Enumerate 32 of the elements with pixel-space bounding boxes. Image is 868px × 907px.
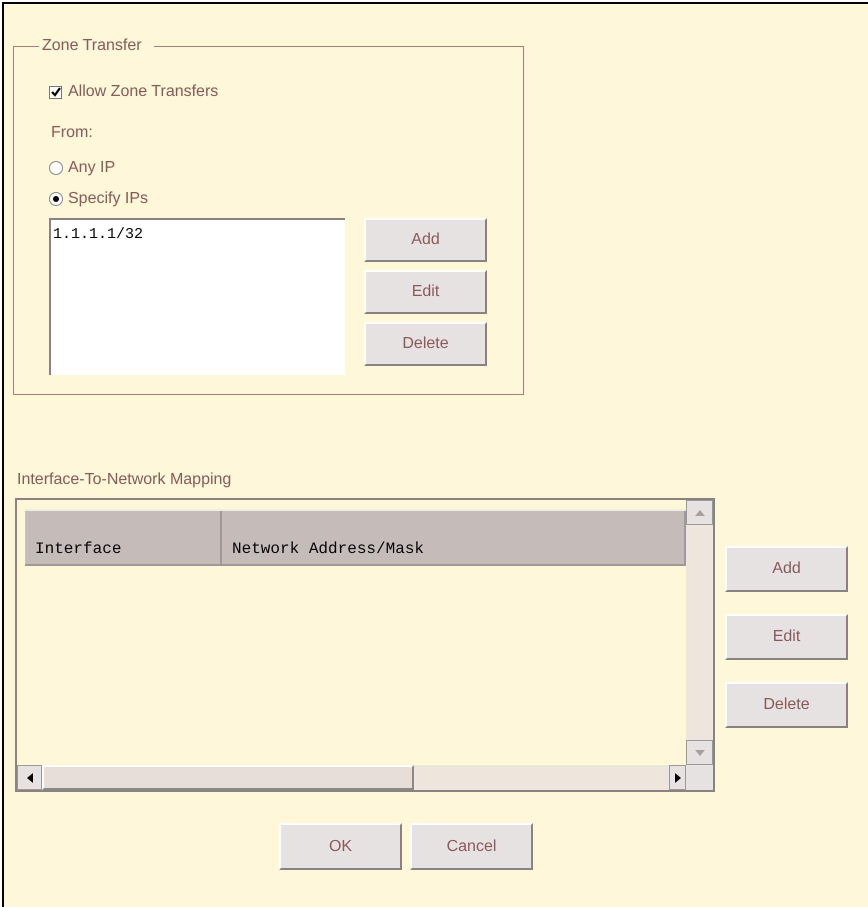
scroll-right-button[interactable] [669,765,686,790]
from-label: From: [51,123,93,143]
dialog-button[interactable]: Cancel [410,823,533,870]
scrollbar-corner [686,765,713,790]
scroll-left-button[interactable] [17,765,42,790]
column-header[interactable]: Interface [25,511,222,564]
radio-button[interactable] [49,161,63,175]
vertical-scrollbar[interactable] [686,500,713,765]
ip-list[interactable]: 1.1.1.1/32 [49,218,345,375]
list-action-button[interactable]: Edit [364,270,487,314]
table-action-button[interactable]: Delete [725,682,848,728]
check-icon [50,87,60,97]
list-item[interactable]: 1.1.1.1/32 [53,224,144,246]
dialog-button[interactable]: OK [279,823,402,870]
horizontal-scrollbar[interactable] [17,765,686,790]
right-arrow-icon [674,772,680,782]
radio-label: Any IP [68,158,116,178]
list-action-button[interactable]: Delete [364,322,487,366]
up-arrow-icon [694,510,704,516]
left-arrow-icon [26,772,32,782]
radio-label: Specify IPs [68,189,148,209]
table-action-button[interactable]: Edit [725,614,848,660]
list-action-button[interactable]: Add [364,218,487,262]
group-title: Zone Transfer [41,36,143,56]
section-title: Interface-To-Network Mapping [17,470,232,490]
checkbox-label: Allow Zone Transfers [68,82,218,102]
scroll-thumb[interactable] [42,765,414,790]
checkbox[interactable] [49,86,62,98]
radio-button[interactable] [49,192,63,206]
table-action-button[interactable]: Add [725,546,848,592]
scroll-up-button[interactable] [686,500,713,525]
down-arrow-icon [694,750,704,756]
